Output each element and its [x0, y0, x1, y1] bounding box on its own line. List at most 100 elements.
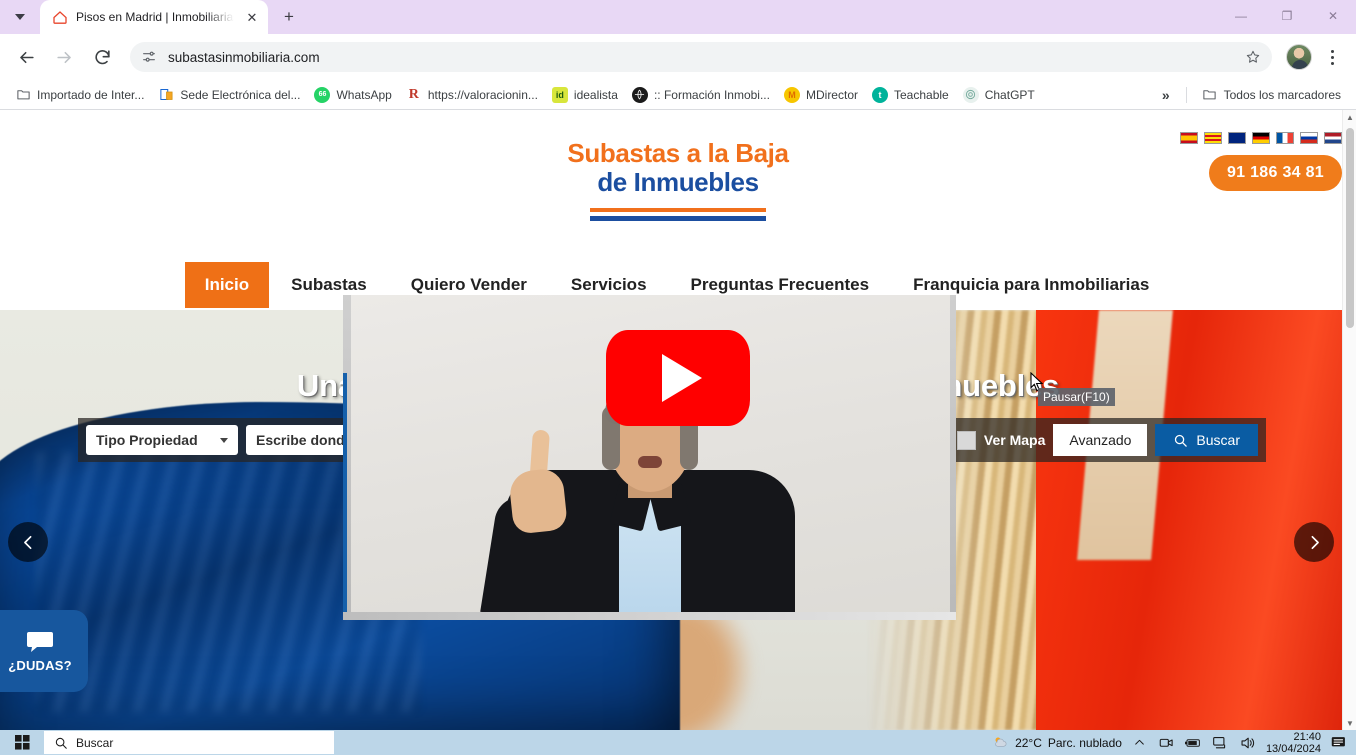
- teachable-icon: t: [872, 86, 888, 103]
- search-button-label: Buscar: [1196, 432, 1240, 448]
- start-button[interactable]: [0, 730, 44, 755]
- camera-icon[interactable]: [1158, 734, 1176, 752]
- all-bookmarks-button[interactable]: Todos los marcadores: [1195, 84, 1348, 106]
- scroll-up-arrow[interactable]: ▲: [1346, 113, 1354, 122]
- notification-icon[interactable]: [1330, 734, 1348, 752]
- battery-icon[interactable]: [1185, 734, 1203, 752]
- video-speaker-figure: [475, 382, 825, 620]
- close-window-button[interactable]: ✕: [1310, 0, 1356, 32]
- browser-tab[interactable]: Pisos en Madrid | Inmobiliarias ✕: [40, 0, 268, 34]
- site-header: 91 186 34 81 Subastas a la Baja de Inmue…: [0, 110, 1356, 310]
- chat-widget-button[interactable]: ¿DUDAS?: [0, 610, 88, 692]
- bookmark-item[interactable]: 66 WhatsApp: [307, 84, 398, 106]
- bookmark-label: Sede Electrónica del...: [180, 87, 301, 102]
- reload-icon: [94, 49, 110, 64]
- flag-deutsch[interactable]: [1252, 132, 1270, 144]
- logo-line-2: de Inmuebles: [597, 167, 759, 197]
- idealista-icon: id: [551, 86, 568, 103]
- site-settings-icon[interactable]: [136, 44, 162, 70]
- flag-russian[interactable]: [1300, 132, 1318, 144]
- chat-widget-label: ¿DUDAS?: [8, 657, 72, 673]
- logo-line-1: Subastas a la Baja: [567, 138, 789, 168]
- bookmark-label: :: Formación Inmobi...: [653, 87, 770, 102]
- windows-taskbar: Buscar 22°C Parc. nublado 21:40 13/04/20…: [0, 730, 1356, 755]
- forward-arrow-icon: [56, 51, 71, 63]
- all-bookmarks-label: Todos los marcadores: [1223, 87, 1341, 102]
- video-tooltip: Pausar(F10): [1038, 388, 1115, 406]
- chevron-left-icon: [23, 535, 31, 549]
- flag-francais[interactable]: [1276, 132, 1294, 144]
- close-icon[interactable]: ✕: [242, 7, 262, 27]
- system-tray: 22°C Parc. nublado 21:40 13/04/2024: [992, 731, 1356, 755]
- bookmark-item[interactable]: M MDirector: [777, 84, 865, 106]
- slider-next-button[interactable]: [1294, 522, 1334, 562]
- network-icon[interactable]: [1212, 734, 1230, 752]
- clock-date: 13/04/2024: [1265, 742, 1321, 755]
- location-placeholder: Escribe donde: [256, 432, 353, 448]
- url-text: subastasinmobiliaria.com: [168, 49, 320, 65]
- taskbar-clock[interactable]: 21:40 13/04/2024: [1266, 731, 1321, 755]
- taskbar-search-placeholder: Buscar: [76, 735, 114, 750]
- flag-english[interactable]: [1228, 132, 1246, 144]
- search-button[interactable]: Buscar: [1155, 424, 1258, 456]
- window-controls: — ❐ ✕: [1218, 0, 1356, 34]
- property-type-select[interactable]: Tipo Propiedad: [86, 425, 238, 455]
- chevron-up-icon[interactable]: [1131, 734, 1149, 752]
- clock-time: 21:40: [1293, 730, 1321, 743]
- chatgpt-icon: [962, 86, 979, 103]
- bookmark-item[interactable]: Sede Electrónica del...: [151, 84, 307, 106]
- tab-search-button[interactable]: [0, 0, 40, 34]
- ver-mapa-checkbox[interactable]: [956, 430, 976, 450]
- bookmark-item[interactable]: R https://valoracionin...: [399, 84, 545, 106]
- youtube-play-button[interactable]: [606, 330, 750, 426]
- play-triangle-icon: [662, 354, 702, 402]
- whatsapp-badge-count: 66: [318, 91, 327, 98]
- address-bar[interactable]: subastasinmobiliaria.com: [130, 42, 1272, 72]
- weather-condition: Parc. nublado: [1047, 735, 1122, 750]
- bookmark-item[interactable]: t Teachable: [865, 84, 956, 106]
- bookmarks-divider: [1185, 86, 1187, 103]
- bookmarks-overflow-button[interactable]: »: [1154, 85, 1178, 105]
- back-button[interactable]: [10, 41, 42, 73]
- forward-button[interactable]: [48, 41, 80, 73]
- search-icon: [55, 737, 67, 749]
- nav-item-inicio[interactable]: Inicio: [184, 262, 270, 308]
- flag-espanol[interactable]: [1180, 132, 1198, 144]
- weather-widget[interactable]: 22°C Parc. nublado: [992, 735, 1122, 750]
- property-type-value: Tipo Propiedad: [96, 432, 198, 448]
- folder-icon: [1202, 87, 1218, 103]
- advanced-search-button[interactable]: Avanzado: [1053, 424, 1148, 456]
- new-tab-button[interactable]: +: [274, 2, 304, 32]
- profile-avatar[interactable]: [1286, 44, 1312, 70]
- language-switcher: [1180, 132, 1342, 144]
- scroll-down-arrow[interactable]: ▼: [1346, 719, 1354, 728]
- bookmark-item[interactable]: id idealista: [545, 84, 625, 106]
- folder-icon: [15, 87, 31, 103]
- flag-nederlands[interactable]: [1324, 132, 1342, 144]
- page-scrollbar[interactable]: ▲ ▼: [1342, 110, 1356, 730]
- flag-catalan[interactable]: [1204, 132, 1222, 144]
- browser-menu-button[interactable]: [1318, 43, 1346, 71]
- volume-icon[interactable]: [1239, 734, 1257, 752]
- back-arrow-icon: [19, 51, 34, 63]
- bookmark-item[interactable]: Importado de Inter...: [8, 84, 151, 106]
- taskbar-search-box[interactable]: Buscar: [44, 731, 334, 754]
- bookmark-label: ChatGPT: [984, 87, 1035, 102]
- house-icon: [53, 11, 67, 24]
- browser-titlebar: Pisos en Madrid | Inmobiliarias ✕ + — ❐ …: [0, 0, 1356, 34]
- r-mark-icon: R: [408, 86, 419, 102]
- logo-bar-orange: [590, 208, 766, 212]
- reload-button[interactable]: [86, 41, 118, 73]
- bookmark-label: WhatsApp: [336, 87, 392, 102]
- bookmark-item[interactable]: :: Formación Inmobi...: [625, 84, 777, 106]
- maximize-button[interactable]: ❐: [1264, 0, 1310, 32]
- partly-cloudy-icon: [995, 737, 1007, 747]
- bookmark-item[interactable]: ChatGPT: [956, 84, 1042, 106]
- minimize-button[interactable]: —: [1218, 0, 1264, 32]
- scrollbar-thumb[interactable]: [1346, 128, 1354, 328]
- bookmark-star-icon[interactable]: [1242, 46, 1264, 68]
- slider-prev-button[interactable]: [8, 522, 48, 562]
- phone-button[interactable]: 91 186 34 81: [1208, 155, 1342, 191]
- browser-window: Pisos en Madrid | Inmobiliarias ✕ + — ❐ …: [0, 0, 1356, 755]
- site-logo[interactable]: Subastas a la Baja de Inmuebles: [528, 138, 828, 221]
